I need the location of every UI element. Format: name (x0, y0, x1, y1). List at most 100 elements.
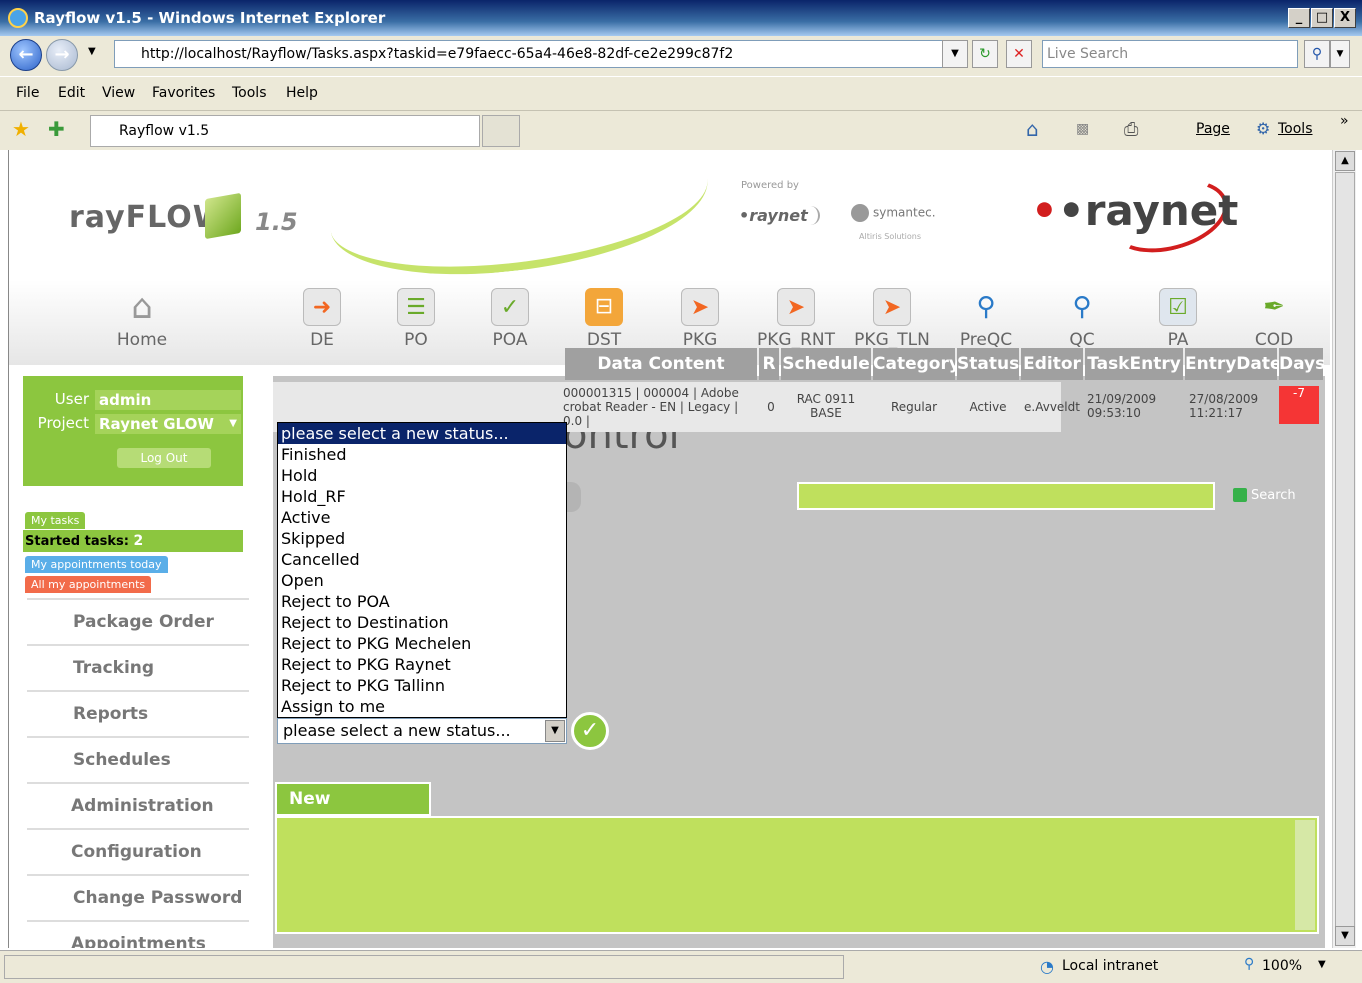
status-dropdown-list[interactable]: please select a new status... Finished H… (277, 422, 567, 718)
status-option[interactable]: Active (278, 507, 566, 528)
my-tasks-tab[interactable]: My tasks (25, 512, 86, 529)
add-favorite-icon[interactable]: ✚ (48, 117, 65, 141)
status-option[interactable]: Reject to PKG Tallinn (278, 675, 566, 696)
new-tab-button[interactable] (482, 115, 520, 147)
project-value: Raynet GLOW (99, 415, 214, 433)
nav-label: PKG_TLN (854, 330, 930, 350)
status-option[interactable]: Reject to PKG Raynet (278, 654, 566, 675)
page-scrollbar[interactable]: ▲ ▼ (1332, 150, 1356, 948)
status-option[interactable]: please select a new status... (278, 423, 566, 444)
forward-button[interactable]: → (46, 39, 78, 71)
status-option[interactable]: Open (278, 570, 566, 591)
search-icon[interactable]: ⚲ (1304, 40, 1330, 68)
apply-status-button[interactable]: ✓ (571, 712, 609, 750)
task-table-header: Data Content R Schedule Category Status … (273, 348, 1325, 380)
sidebar-item-change-password[interactable]: Change Password (27, 874, 249, 920)
col-entry-date[interactable]: EntryDate (1185, 348, 1282, 380)
chevron-down-icon[interactable]: ▼ (545, 720, 565, 742)
nav-de[interactable]: ➜ DE (277, 288, 367, 350)
page-menu[interactable]: Page (1196, 121, 1230, 137)
status-option[interactable]: Assign to me (278, 696, 566, 717)
col-category[interactable]: Category (873, 348, 960, 380)
scroll-down-icon[interactable]: ▼ (1335, 926, 1355, 946)
maximize-button[interactable]: □ (1311, 8, 1333, 28)
col-status[interactable]: Status (957, 348, 1019, 380)
status-option[interactable]: Reject to POA (278, 591, 566, 612)
feeds-icon[interactable]: ▩ (1076, 121, 1089, 137)
appointments-today-tab[interactable]: My appointments today (25, 556, 168, 573)
menu-help[interactable]: Help (286, 85, 318, 101)
tools-menu[interactable]: Tools (1278, 121, 1313, 137)
sidebar-item-package-order[interactable]: Package Order (27, 598, 249, 644)
nav-po[interactable]: ☰ PO (371, 288, 461, 350)
live-search-input[interactable]: Live Search (1042, 40, 1298, 68)
menu-edit[interactable]: Edit (58, 85, 85, 101)
comment-textarea[interactable] (275, 816, 1319, 934)
nav-dst[interactable]: ⊟ DST (559, 288, 649, 350)
sidebar-item-reports[interactable]: Reports (27, 690, 249, 736)
nav-home[interactable]: ⌂ Home (97, 288, 187, 350)
url-field[interactable]: http://localhost/Rayflow/Tasks.aspx?task… (114, 40, 964, 68)
status-option[interactable]: Reject to PKG Mechelen (278, 633, 566, 654)
package-icon: ➤ (681, 288, 719, 326)
search-options-dropdown[interactable]: ▼ (1330, 40, 1350, 68)
stop-button[interactable]: ✕ (1006, 40, 1032, 68)
nav-poa[interactable]: ✓ POA (465, 288, 555, 350)
minimize-button[interactable]: _ (1288, 8, 1310, 28)
col-schedule[interactable]: Schedule (781, 348, 871, 380)
nav-pkg-rnt[interactable]: ➤ PKG_RNT (751, 288, 841, 350)
menu-view[interactable]: View (102, 85, 135, 101)
nav-pkg[interactable]: ➤ PKG (655, 288, 745, 350)
print-icon[interactable]: ⎙ (1124, 119, 1138, 140)
logout-button[interactable]: Log Out (117, 448, 211, 468)
nav-label: QC (1069, 330, 1095, 350)
status-option[interactable]: Skipped (278, 528, 566, 549)
sidebar-item-appointments[interactable]: Appointments (27, 920, 249, 948)
status-select[interactable]: please select a new status... ▼ (277, 718, 567, 744)
back-button[interactable]: ← (10, 39, 42, 71)
status-option[interactable]: Hold (278, 465, 566, 486)
zoom-dropdown-icon[interactable]: ▼ (1318, 959, 1326, 970)
col-data-content[interactable]: Data Content (565, 348, 757, 380)
sidebar-item-schedules[interactable]: Schedules (27, 736, 249, 782)
zoom-level[interactable]: 100% (1262, 958, 1302, 974)
status-option[interactable]: Cancelled (278, 549, 566, 570)
menu-file[interactable]: File (16, 85, 39, 101)
package-order-approval-icon: ✓ (491, 288, 529, 326)
nav-preqc[interactable]: ⚲ PreQC (941, 288, 1031, 350)
col-r[interactable]: R (759, 348, 779, 380)
cell-category: Regular (890, 400, 938, 414)
url-dropdown-button[interactable]: ▼ (942, 40, 968, 68)
nav-pkg-tln[interactable]: ➤ PKG_TLN (847, 288, 937, 350)
nav-pa[interactable]: ☑ PA (1133, 288, 1223, 350)
menu-favorites[interactable]: Favorites (152, 85, 215, 101)
favorites-star-icon[interactable]: ★ (12, 117, 30, 141)
col-editor[interactable]: Editor (1021, 348, 1083, 380)
sidebar-item-configuration[interactable]: Configuration (27, 828, 249, 874)
status-option[interactable]: Hold_RF (278, 486, 566, 507)
close-button[interactable]: X (1334, 8, 1356, 28)
raynet-small-logo: •raynet (739, 206, 820, 225)
col-task-entry[interactable]: TaskEntry (1085, 348, 1183, 380)
cell-text: 27/08/2009 (1189, 392, 1259, 406)
browser-tab[interactable]: Rayflow v1.5 (90, 115, 480, 147)
all-appointments-tab[interactable]: All my appointments (25, 576, 152, 593)
comment-scrollbar[interactable] (1295, 820, 1315, 930)
search-button[interactable]: Search (1229, 484, 1305, 508)
refresh-button[interactable]: ↻ (972, 40, 998, 68)
col-days[interactable]: Days (1279, 348, 1325, 380)
sidebar-item-tracking[interactable]: Tracking (27, 644, 249, 690)
chevron-more-icon[interactable]: » (1340, 113, 1349, 129)
status-option[interactable]: Finished (278, 444, 566, 465)
nav-qc[interactable]: ⚲ QC (1037, 288, 1127, 350)
project-select[interactable]: Raynet GLOW ▼ (95, 414, 241, 434)
home-icon[interactable]: ⌂ (1026, 117, 1039, 141)
menu-tools[interactable]: Tools (232, 85, 267, 101)
search-input[interactable] (797, 482, 1215, 510)
nav-cod[interactable]: ✒ COD (1229, 288, 1319, 350)
scroll-up-icon[interactable]: ▲ (1335, 151, 1355, 171)
history-dropdown-icon[interactable]: ▼ (88, 46, 96, 57)
status-option[interactable]: Reject to Destination (278, 612, 566, 633)
sidebar-item-administration[interactable]: Administration (27, 782, 249, 828)
scroll-thumb[interactable] (1335, 172, 1355, 932)
